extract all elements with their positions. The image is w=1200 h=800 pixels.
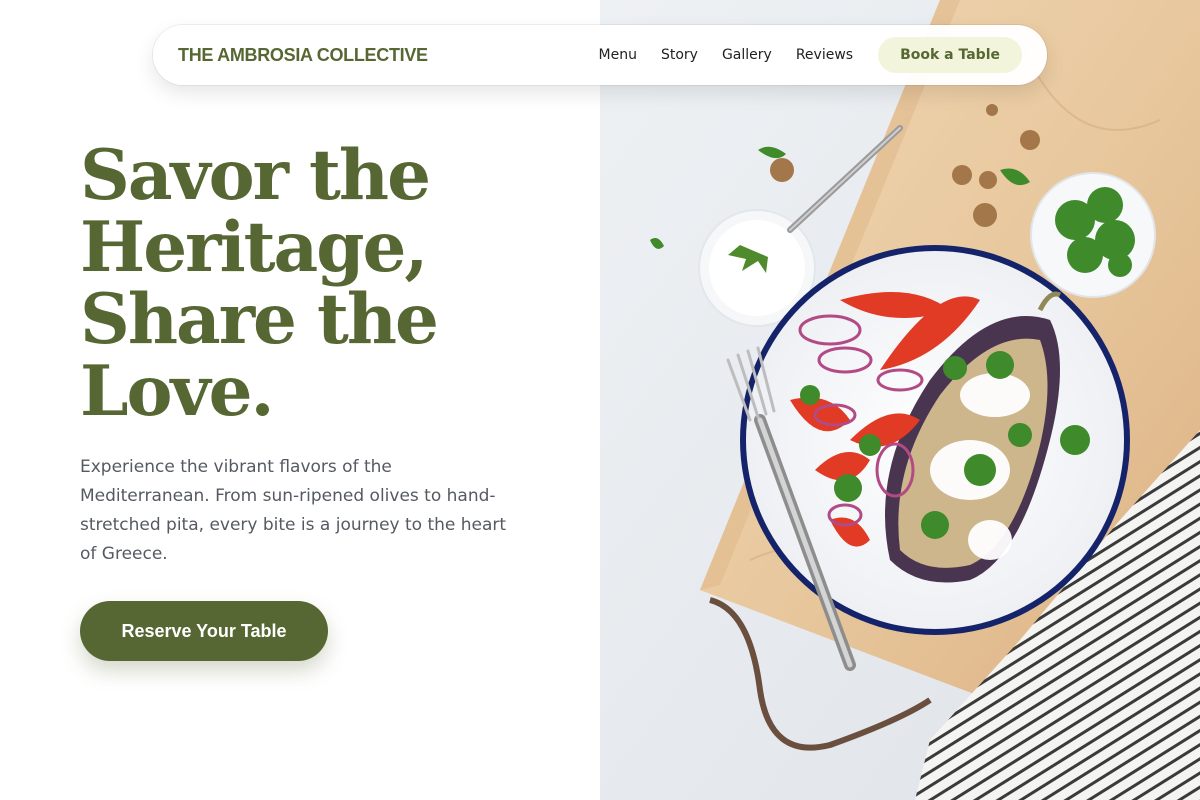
nav-link-gallery[interactable]: Gallery bbox=[722, 47, 772, 63]
reserve-table-button[interactable]: Reserve Your Table bbox=[80, 601, 328, 661]
nav-link-reviews[interactable]: Reviews bbox=[796, 47, 853, 63]
nav-link-menu[interactable]: Menu bbox=[599, 47, 637, 63]
navbar: THE AMBROSIA COLLECTIVE Menu Story Galle… bbox=[153, 25, 1047, 85]
hero-title-line: Savor the bbox=[80, 135, 431, 216]
hero-title-line: Love. bbox=[80, 351, 275, 432]
brand-logo-link[interactable]: THE AMBROSIA COLLECTIVE bbox=[178, 45, 599, 66]
hero-description: Experience the vibrant flavors of the Me… bbox=[80, 457, 507, 564]
book-table-button[interactable]: Book a Table bbox=[878, 37, 1022, 73]
hero-title-line: Heritage, bbox=[80, 207, 428, 288]
hero-title: Savor the Heritage, Share the Love. bbox=[80, 140, 560, 428]
hero-food-image bbox=[600, 0, 1200, 800]
nav-link-story[interactable]: Story bbox=[661, 47, 698, 63]
hero-title-line: Share the bbox=[80, 279, 439, 360]
nav-links: Menu Story Gallery Reviews Book a Table bbox=[599, 37, 1022, 73]
